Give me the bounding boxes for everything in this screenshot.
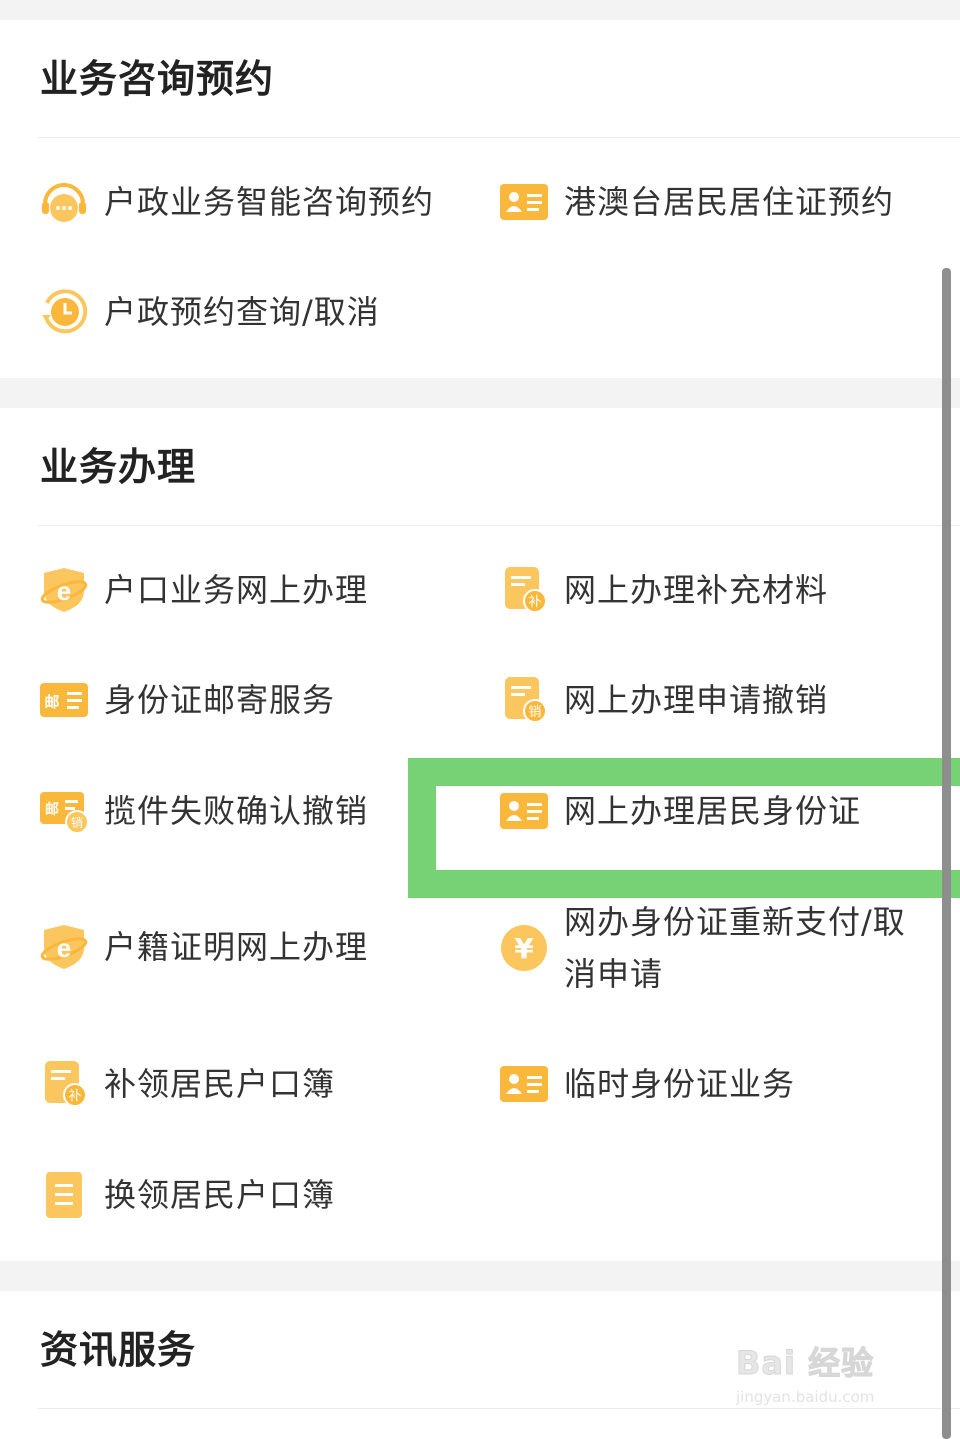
menu-item-label: 户口业务网上办理	[104, 571, 369, 609]
badge-text: 补	[68, 1089, 81, 1104]
id-card-icon	[498, 176, 550, 228]
menu-item-repay-cancel[interactable]: ¥ 网办身份证重新支付/取消申请	[498, 896, 924, 1000]
menu-item-label: 户政预约查询/取消	[104, 293, 380, 331]
menu-item-smart-consult[interactable]: 户政业务智能咨询预约	[38, 167, 434, 237]
badge-text: 邮	[45, 801, 59, 818]
menu-item-appointment-query[interactable]: 户政预约查询/取消	[38, 277, 380, 347]
menu-item-hukou-online[interactable]: e 户口业务网上办理	[38, 555, 368, 625]
e-service-icon: e	[38, 921, 90, 973]
mail-icon: 邮	[38, 674, 90, 726]
menu-item-online-id-card[interactable]: 网上办理居民身份证	[498, 776, 861, 846]
section-title: 业务办理	[40, 445, 197, 489]
form-supplement-icon: 补	[498, 564, 550, 616]
badge-text: ¥	[514, 932, 534, 965]
badge-text: 销	[71, 816, 83, 830]
menu-item-pickup-fail-cancel[interactable]: 邮 销 揽件失败确认撤销	[38, 776, 368, 846]
menu-item-temporary-id[interactable]: 临时身份证业务	[498, 1049, 795, 1119]
menu-item-household-proof[interactable]: e 户籍证明网上办理	[38, 912, 368, 982]
badge-text: 邮	[44, 693, 59, 711]
menu-item-label: 揽件失败确认撤销	[104, 792, 369, 830]
watermark-sub: jingyan.baidu.com	[736, 1388, 875, 1406]
menu-item-label: 港澳台居民居住证预约	[564, 183, 895, 221]
menu-item-label: 网办身份证重新支付/取消申请	[564, 903, 906, 993]
menu-item-residence-permit[interactable]: 港澳台居民居住证预约	[498, 167, 894, 237]
badge-text: 补	[528, 595, 541, 610]
menu-item-label: 户籍证明网上办理	[104, 928, 369, 966]
svg-text:e: e	[57, 576, 71, 606]
clock-refresh-icon	[38, 286, 90, 338]
menu-item-label: 身份证邮寄服务	[104, 681, 336, 719]
menu-item-supplement-material[interactable]: 补 网上办理补充材料	[498, 555, 828, 625]
section-title: 资讯服务	[40, 1328, 197, 1372]
menu-item-label: 网上办理居民身份证	[564, 792, 862, 830]
form-supplement-icon: 补	[38, 1058, 90, 1110]
section-consult-card: 业务咨询预约 户政业务智能咨询预约 港澳台居民居住证预约 户政预约查询/取消	[0, 20, 960, 378]
form-cancel-icon: 销	[498, 674, 550, 726]
svg-text:e: e	[57, 933, 71, 963]
watermark: Bai 经验 jingyan.baidu.com	[736, 1338, 916, 1418]
menu-item-id-mail-service[interactable]: 邮 身份证邮寄服务	[38, 665, 335, 735]
divider	[38, 525, 960, 526]
scrollbar[interactable]	[942, 268, 951, 1439]
watermark-main: Bai 经验	[736, 1344, 875, 1383]
yuan-coin-icon: ¥	[498, 922, 550, 974]
menu-item-label: 临时身份证业务	[564, 1065, 796, 1103]
id-card-icon	[498, 1058, 550, 1110]
menu-item-label: 换领居民户口簿	[104, 1176, 336, 1214]
section-title: 业务咨询预约	[40, 57, 275, 101]
menu-item-cancel-application[interactable]: 销 网上办理申请撤销	[498, 665, 828, 735]
booklet-icon	[38, 1169, 90, 1221]
menu-item-label: 网上办理补充材料	[564, 571, 829, 609]
menu-item-label: 户政业务智能咨询预约	[104, 183, 435, 221]
id-card-icon	[498, 785, 550, 837]
menu-item-reissue-household-register[interactable]: 补 补领居民户口簿	[38, 1049, 335, 1119]
section-business-card: 业务办理 e 户口业务网上办理 补 网上办理补充材料 邮 身份证邮寄服务 销 网…	[0, 408, 960, 1261]
menu-item-renew-household-register[interactable]: 换领居民户口簿	[38, 1160, 335, 1230]
menu-item-label: 网上办理申请撤销	[564, 681, 829, 719]
badge-text: 销	[528, 705, 541, 720]
headset-chat-icon	[38, 176, 90, 228]
divider	[38, 137, 960, 138]
menu-item-label: 补领居民户口簿	[104, 1065, 336, 1103]
mail-cancel-icon: 邮 销	[38, 785, 90, 837]
e-service-icon: e	[38, 564, 90, 616]
